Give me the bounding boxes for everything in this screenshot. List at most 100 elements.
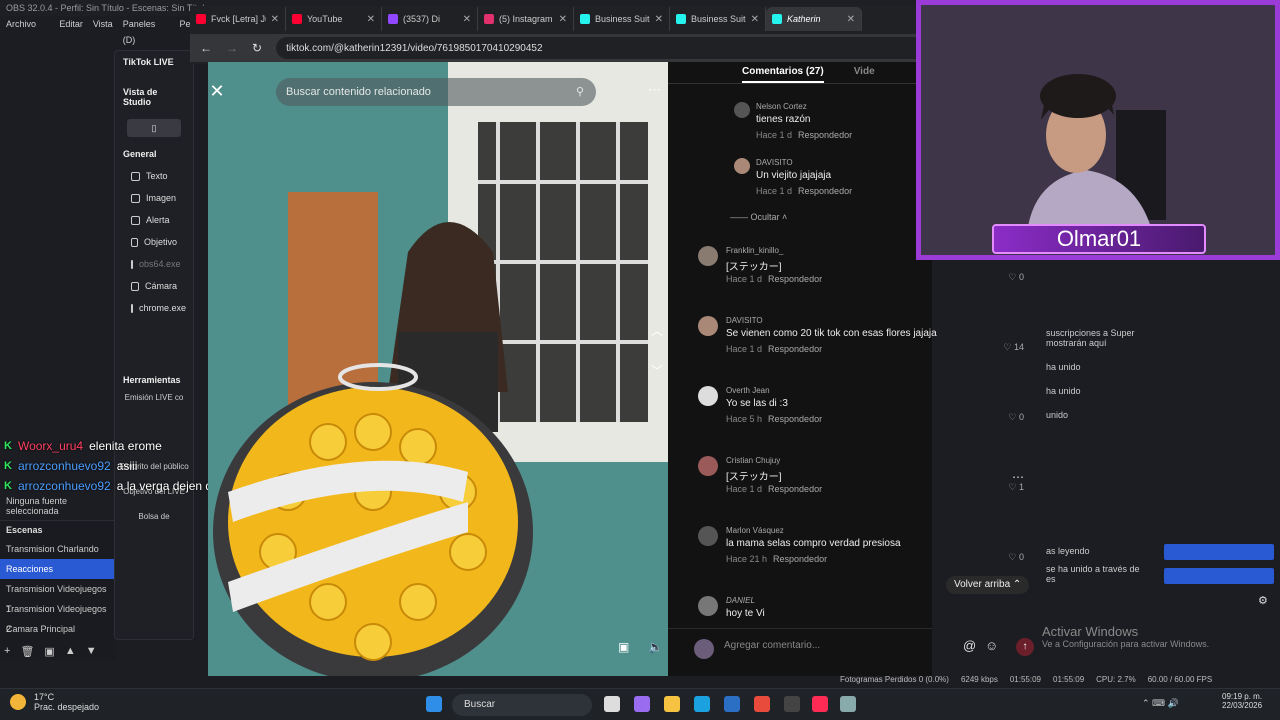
tiktok-icon[interactable] — [812, 696, 828, 712]
task-view-icon[interactable] — [604, 696, 620, 712]
target-icon — [131, 237, 138, 247]
scene-item[interactable]: Transmision Charlando — [0, 539, 116, 559]
close-icon[interactable]: ✕ — [655, 14, 663, 25]
weather-widget[interactable]: 17°C Prac. despejado — [10, 692, 99, 712]
close-icon[interactable]: ✕ — [463, 14, 471, 25]
mention-icon[interactable]: @ — [963, 638, 976, 653]
reply-link[interactable]: Respondedor — [768, 274, 822, 284]
tiktok-icon — [676, 14, 686, 24]
taskbar-clock[interactable]: 09:19 p. m. 22/03/2026 — [1222, 692, 1262, 710]
menu-archivo[interactable]: Archivo (F) — [6, 16, 49, 45]
more-icon[interactable]: ⋯ — [1012, 470, 1024, 484]
source-alerta[interactable]: Alerta — [115, 209, 193, 231]
close-icon[interactable]: ✕ — [847, 14, 855, 25]
send-icon[interactable]: ↑ — [1016, 638, 1034, 656]
menu-vista[interactable]: Vista — [93, 16, 113, 32]
comment-author[interactable]: DANIEL — [726, 596, 1032, 608]
source-objetivo[interactable]: Objetivo — [115, 231, 193, 253]
like-button[interactable]: ♡ 0 — [1008, 552, 1024, 563]
copilot-icon[interactable] — [634, 696, 650, 712]
close-icon[interactable]: ✕ — [367, 14, 375, 25]
source-label: obs64.exe — [139, 259, 181, 269]
phone-icon[interactable]: ▯ — [127, 119, 181, 137]
close-icon[interactable]: ✕ — [559, 14, 567, 25]
scene-item[interactable]: Transmision Videojuegos 1 — [0, 579, 116, 614]
reply-link[interactable]: Respondedor — [798, 130, 852, 140]
reply-link[interactable]: Respondedor — [768, 414, 822, 424]
browser-tab-active[interactable]: Katherin ✕ — [766, 7, 862, 31]
video-player[interactable] — [208, 62, 668, 676]
browser-tab[interactable]: Fvck [Letra] Ju ✕ — [190, 7, 286, 31]
tray-icons[interactable]: ⌃ ⌨ 🔊 — [1142, 698, 1179, 709]
more-icon[interactable]: ⋯ — [648, 82, 661, 98]
up-icon[interactable]: ▲ — [65, 645, 76, 658]
file-explorer-icon[interactable] — [664, 696, 680, 712]
comment-text: la mama selas compro verdad presiosa — [726, 538, 901, 549]
back-icon[interactable]: ← — [200, 41, 212, 55]
browser-tab[interactable]: (3537) Di ✕ — [382, 7, 478, 31]
no-source-label: Ninguna fuente seleccionada — [6, 496, 68, 516]
source-camara[interactable]: Cámara — [115, 275, 193, 297]
store-icon[interactable] — [724, 696, 740, 712]
menu-paneles[interactable]: Paneles (D) — [123, 16, 170, 45]
browser-tab[interactable]: (5) Instagram ✕ — [478, 7, 574, 31]
menu-editar[interactable]: Editar — [59, 16, 83, 32]
reload-icon[interactable]: ↻ — [252, 41, 262, 55]
back-to-top-button[interactable]: Volver arriba ⌃ — [946, 576, 1030, 594]
taskbar-search[interactable]: Buscar — [452, 694, 592, 716]
filter-icon[interactable]: ▣ — [44, 645, 54, 658]
scene-item-selected[interactable]: Reacciones — [0, 559, 116, 579]
source-chrome[interactable]: chrome.exe — [115, 297, 193, 319]
source-obs64[interactable]: obs64.exe — [115, 253, 193, 275]
source-imagen[interactable]: Imagen — [115, 187, 193, 209]
general-dropdown[interactable]: General — [115, 143, 193, 165]
comment-time: Hace 1 d — [756, 186, 793, 196]
search-icon[interactable]: ⚲ — [576, 78, 584, 106]
settings-icon[interactable] — [840, 696, 856, 712]
close-icon[interactable]: ✕ — [204, 78, 230, 104]
gear-icon[interactable]: ⚙ — [1258, 594, 1268, 607]
url-field[interactable]: tiktok.com/@katherin12391/video/76198501… — [276, 37, 932, 59]
comment-author[interactable]: DAVISITO — [726, 316, 1032, 328]
chrome-icon[interactable] — [754, 696, 770, 712]
like-button[interactable]: ♡ 0 — [1008, 272, 1024, 283]
scene-item[interactable]: Camara Principal — [0, 619, 116, 639]
edge-icon[interactable] — [694, 696, 710, 712]
reply-link[interactable]: Respondedor — [773, 554, 827, 564]
source-texto[interactable]: Texto — [115, 165, 193, 187]
joined-via-event: se ha unido a través de es — [1046, 564, 1140, 584]
pip-icon[interactable]: ▣ — [618, 640, 629, 654]
hide-replies-button[interactable]: —— Ocultar ˄ — [730, 212, 787, 222]
comment-author[interactable]: Overth Jean — [726, 386, 1032, 398]
tool-bag[interactable]: Bolsa de — [115, 512, 193, 521]
scene-item[interactable]: Transmision Videojuegos 2 — [0, 599, 116, 634]
chevron-up-icon[interactable]: ︿ — [646, 322, 668, 344]
add-icon[interactable]: + — [4, 645, 10, 658]
like-button[interactable]: ♡ 14 — [1003, 342, 1024, 353]
windows-start-icon[interactable] — [426, 696, 442, 712]
obs-icon[interactable] — [784, 696, 800, 712]
down-icon[interactable]: ▼ — [86, 645, 97, 658]
dock-button[interactable] — [1164, 568, 1274, 584]
tab-comments[interactable]: Comentarios (27) — [742, 62, 824, 83]
emoji-icon[interactable]: ☺ — [985, 638, 998, 653]
close-icon[interactable]: ✕ — [751, 14, 759, 25]
chevron-down-icon[interactable]: ﹀ — [646, 362, 668, 384]
dock-button[interactable] — [1164, 544, 1274, 560]
comment-author[interactable]: Marlon Vásquez — [726, 526, 1032, 538]
reply-link[interactable]: Respondedor — [768, 484, 822, 494]
browser-tab[interactable]: Business Suite ✕ — [574, 7, 670, 31]
close-icon[interactable]: ✕ — [271, 14, 279, 25]
reply-link[interactable]: Respondedor — [768, 344, 822, 354]
comment-author[interactable]: Cristian Chujuy — [726, 456, 1032, 468]
forward-icon[interactable]: → — [226, 41, 238, 55]
like-button[interactable]: ♡ 0 — [1008, 412, 1024, 423]
tab-videos[interactable]: Vide — [854, 62, 875, 83]
kick-icon: K — [4, 460, 12, 472]
browser-tab[interactable]: Business Suite ✕ — [670, 7, 766, 31]
related-search-input[interactable]: Buscar contenido relacionado ⚲ — [276, 78, 596, 106]
reply-link[interactable]: Respondedor — [798, 186, 852, 196]
delete-icon[interactable]: 🗑 — [20, 645, 34, 658]
browser-tab[interactable]: YouTube ✕ — [286, 7, 382, 31]
volume-icon[interactable]: 🔈 — [648, 640, 663, 654]
